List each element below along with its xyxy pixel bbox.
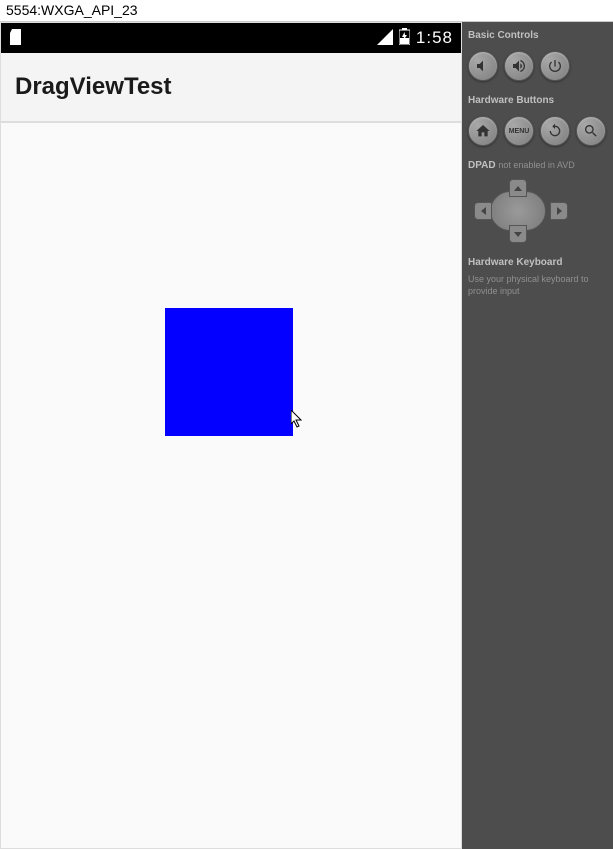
dpad-down-button[interactable] [509, 225, 527, 243]
device-screen: 1:58 DragViewTest [0, 22, 462, 849]
emulator-side-panel: Basic Controls Hardware Buttons MENU [462, 22, 613, 849]
volume-down-button[interactable] [468, 51, 498, 81]
search-button[interactable] [576, 116, 606, 146]
status-bar: 1:58 [1, 23, 461, 53]
dpad-up-button[interactable] [509, 179, 527, 197]
dpad-left-button[interactable] [474, 202, 492, 220]
menu-button[interactable]: MENU [504, 116, 534, 146]
keyboard-note: Use your physical keyboard to provide in… [468, 274, 607, 297]
dpad-right-button[interactable] [550, 202, 568, 220]
dpad-control [468, 181, 568, 241]
dpad-note: not enabled in AVD [498, 160, 574, 170]
draggable-blue-box[interactable] [165, 308, 293, 436]
basic-controls-label: Basic Controls [468, 30, 607, 41]
keyboard-label: Hardware Keyboard [468, 257, 607, 268]
hardware-buttons-label: Hardware Buttons [468, 95, 607, 106]
clock: 1:58 [416, 28, 453, 48]
sd-card-icon [9, 29, 23, 48]
app-content-area[interactable] [1, 123, 461, 848]
dpad-label: DPAD [468, 160, 496, 171]
window-title: 5554:WXGA_API_23 [0, 0, 613, 22]
signal-icon [377, 29, 393, 48]
back-button[interactable] [540, 116, 570, 146]
battery-icon [399, 28, 410, 48]
app-title: DragViewTest [15, 73, 172, 100]
emulator-area: 1:58 DragViewTest Basic Controls [0, 22, 613, 849]
power-button[interactable] [540, 51, 570, 81]
home-button[interactable] [468, 116, 498, 146]
volume-up-button[interactable] [504, 51, 534, 81]
app-action-bar: DragViewTest [1, 53, 461, 123]
